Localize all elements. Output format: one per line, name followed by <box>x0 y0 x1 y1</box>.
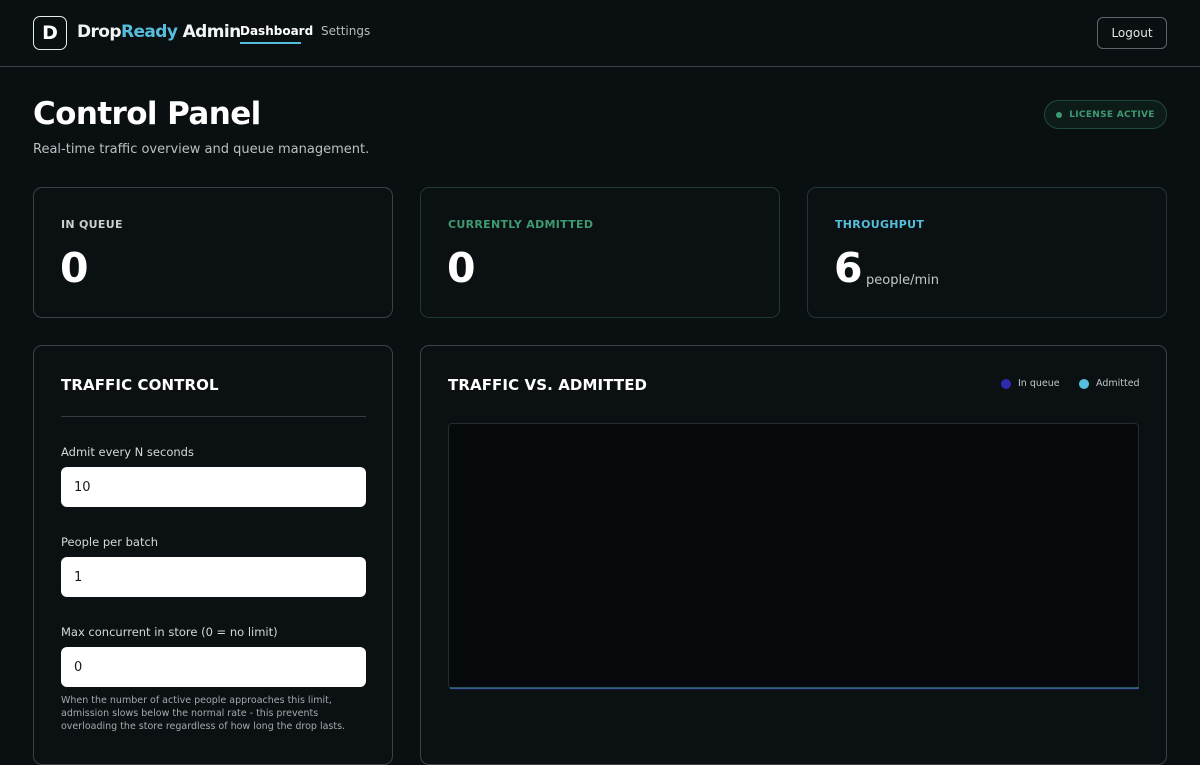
batch-size-label: People per batch <box>61 535 159 549</box>
page-title: Control Panel <box>33 96 261 132</box>
admit-interval-input[interactable] <box>61 467 366 507</box>
license-status-text: LICENSE ACTIVE <box>1069 109 1155 120</box>
stat-card-throughput: THROUGHPUT 6 people/min <box>807 187 1167 318</box>
stat-unit: people/min <box>866 273 939 288</box>
stat-value: 0 <box>447 244 476 292</box>
max-concurrent-help-text: When the number of active people approac… <box>61 695 346 732</box>
batch-size-input[interactable] <box>61 557 366 597</box>
stat-label: IN QUEUE <box>61 218 123 231</box>
traffic-control-panel: TRAFFIC CONTROL Admit every N seconds Pe… <box>33 345 393 765</box>
legend-swatch-in-queue <box>1001 378 1011 389</box>
legend-swatch-admitted <box>1079 378 1089 389</box>
tab-dashboard[interactable]: Dashboard <box>240 24 313 38</box>
traffic-chart-panel: TRAFFIC VS. ADMITTED In queue Admitted <box>420 345 1167 765</box>
legend-item-admitted[interactable]: Admitted <box>1079 378 1140 389</box>
panel-title: TRAFFIC VS. ADMITTED <box>448 376 648 394</box>
tab-settings[interactable]: Settings <box>321 24 370 38</box>
brand-name[interactable]: DropReady Admin <box>77 22 241 42</box>
legend-label: In queue <box>1018 378 1060 389</box>
stat-label: THROUGHPUT <box>835 218 925 231</box>
top-bar: D DropReady Admin Dashboard Settings Log… <box>0 0 1200 67</box>
logo-icon[interactable]: D <box>33 16 67 50</box>
active-tab-indicator <box>240 42 301 44</box>
license-status-badge: LICENSE ACTIVE <box>1044 100 1167 129</box>
logout-button[interactable]: Logout <box>1097 17 1167 49</box>
status-dot-icon <box>1056 111 1063 118</box>
max-concurrent-input[interactable] <box>61 647 366 687</box>
legend-label: Admitted <box>1096 378 1140 389</box>
admit-interval-label: Admit every N seconds <box>61 445 194 459</box>
stat-value: 6 <box>834 244 863 292</box>
stat-card-currently-admitted: CURRENTLY ADMITTED 0 <box>420 187 780 318</box>
logo-letter: D <box>42 22 58 44</box>
divider <box>61 416 366 417</box>
brand-part-ready: Ready <box>120 22 178 42</box>
stat-label: CURRENTLY ADMITTED <box>448 218 594 231</box>
chart-svg <box>450 687 1139 690</box>
stat-card-in-queue: IN QUEUE 0 <box>33 187 393 318</box>
brand-part-drop: Drop <box>77 22 122 42</box>
legend-item-in-queue[interactable]: In queue <box>1001 378 1060 389</box>
page-subtitle: Real-time traffic overview and queue man… <box>33 142 370 157</box>
max-concurrent-label: Max concurrent in store (0 = no limit) <box>61 625 278 639</box>
stat-value: 0 <box>60 244 89 292</box>
traffic-chart[interactable] <box>448 423 1139 690</box>
panel-title: TRAFFIC CONTROL <box>61 376 219 394</box>
brand-part-admin: Admin <box>177 22 242 42</box>
